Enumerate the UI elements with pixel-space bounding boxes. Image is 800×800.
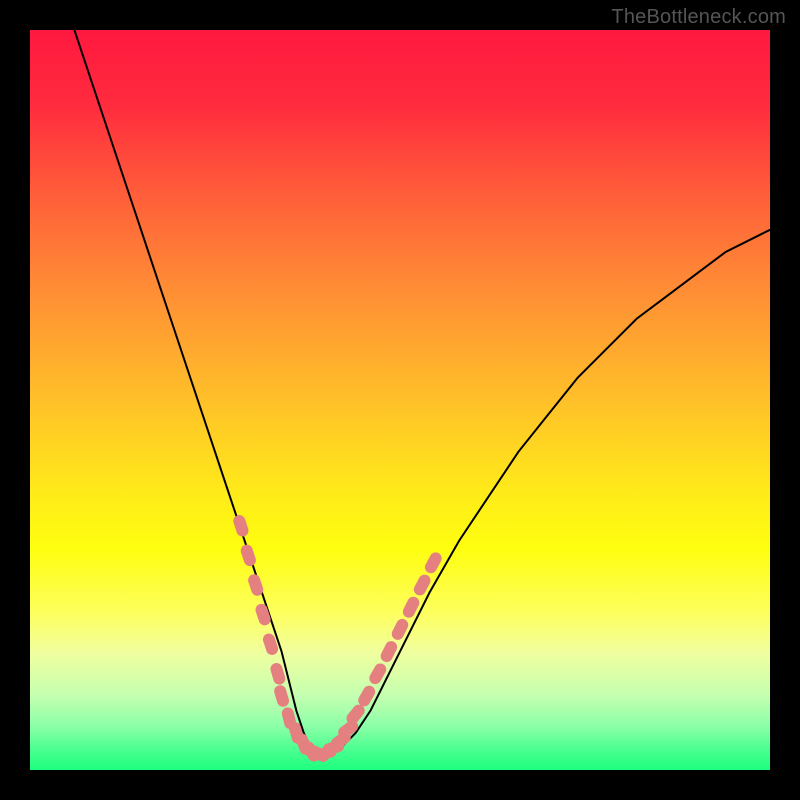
outer-frame: TheBottleneck.com	[0, 0, 800, 800]
marker-dot	[232, 513, 250, 538]
marker-dot	[239, 543, 257, 568]
marker-group	[232, 513, 444, 764]
marker-dot	[273, 684, 291, 709]
plot-area	[30, 30, 770, 770]
chart-svg	[30, 30, 770, 770]
bottleneck-curve	[74, 30, 770, 755]
watermark-text: TheBottleneck.com	[611, 6, 786, 29]
